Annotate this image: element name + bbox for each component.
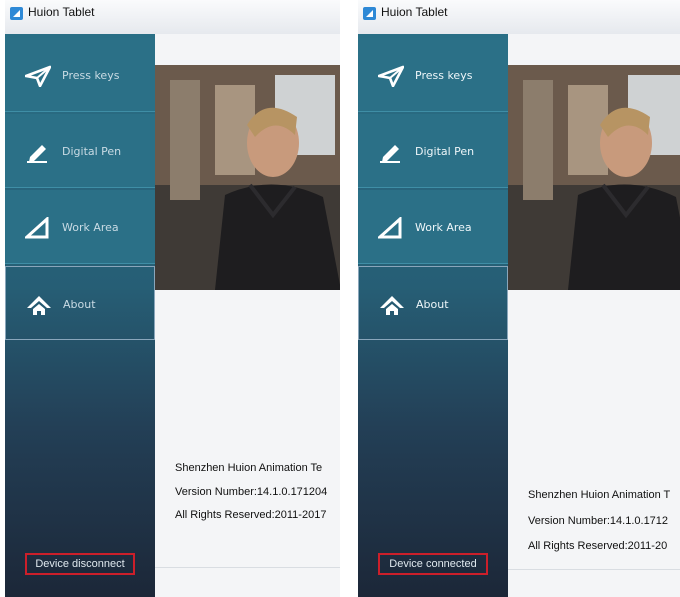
nav-label: Press keys [415, 69, 473, 82]
nav-about[interactable]: About [358, 266, 508, 340]
sidebar: Press keys Digital Pen Work Area About D… [358, 34, 508, 597]
company-name: Shenzhen Huion Animation T [528, 489, 671, 501]
triangle-icon [378, 217, 404, 239]
window-title: Huion Tablet [381, 5, 448, 19]
device-status-label: Device disconnect [25, 553, 135, 575]
divider [508, 569, 680, 570]
nav-label: About [63, 298, 96, 311]
divider [155, 567, 340, 568]
nav-label: Work Area [415, 221, 472, 234]
nav-press-keys[interactable]: Press keys [5, 38, 155, 112]
about-content: Shenzhen Huion Animation Te Version Numb… [155, 34, 340, 597]
nav-label: Press keys [62, 69, 120, 82]
title-bar[interactable]: Huion Tablet [358, 0, 680, 35]
version-number: Version Number:14.1.0.171204 [175, 486, 328, 498]
huion-window-connected: Huion Tablet Press keys Digital Pen Work… [358, 0, 680, 597]
rights-reserved: All Rights Reserved:2011-2017 [175, 509, 327, 521]
about-photo [155, 65, 340, 290]
nav-label: About [416, 298, 449, 311]
nav-work-area[interactable]: Work Area [5, 190, 155, 264]
company-name: Shenzhen Huion Animation Te [175, 462, 323, 474]
nav-work-area[interactable]: Work Area [358, 190, 508, 264]
device-status-label: Device connected [378, 553, 488, 575]
nav-about[interactable]: About [5, 266, 155, 340]
home-icon [379, 294, 405, 316]
title-bar[interactable]: Huion Tablet [5, 0, 340, 35]
huion-logo-icon [363, 7, 376, 20]
nav-label: Work Area [62, 221, 119, 234]
nav-press-keys[interactable]: Press keys [358, 38, 508, 112]
home-icon [26, 294, 52, 316]
pen-icon [25, 141, 51, 163]
nav-label: Digital Pen [62, 145, 122, 158]
paper-plane-icon [378, 65, 404, 87]
paper-plane-icon [25, 65, 51, 87]
sidebar: Press keys Digital Pen Work Area About D… [5, 34, 155, 597]
nav-digital-pen[interactable]: Digital Pen [358, 114, 508, 188]
about-photo [508, 65, 680, 290]
nav-label: Digital Pen [415, 145, 475, 158]
about-content: Shenzhen Huion Animation T Version Numbe… [508, 34, 680, 597]
huion-window-disconnected: Huion Tablet Press keys Digital Pen Work… [5, 0, 340, 597]
nav-digital-pen[interactable]: Digital Pen [5, 114, 155, 188]
rights-reserved: All Rights Reserved:2011-20 [528, 540, 668, 552]
window-title: Huion Tablet [28, 5, 95, 19]
version-number: Version Number:14.1.0.1712 [528, 515, 669, 527]
huion-logo-icon [10, 7, 23, 20]
pen-icon [378, 141, 404, 163]
triangle-icon [25, 217, 51, 239]
